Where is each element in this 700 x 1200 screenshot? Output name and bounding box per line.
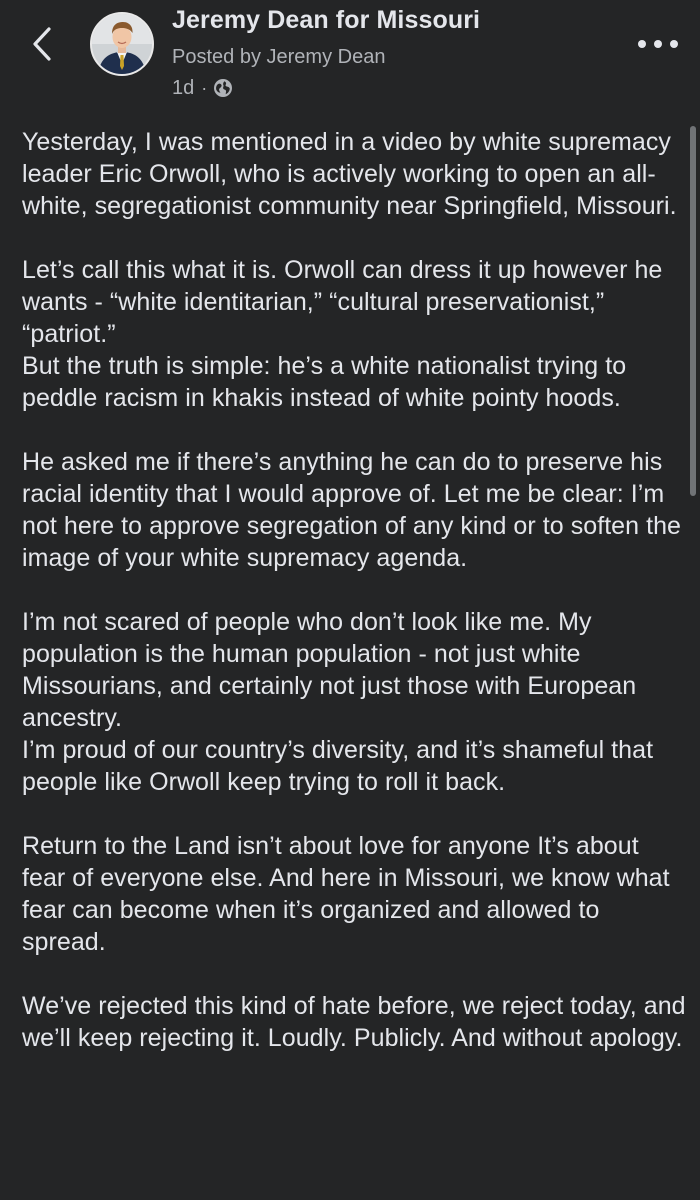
page-name[interactable]: Jeremy Dean for Missouri: [172, 6, 480, 35]
back-button[interactable]: [22, 22, 62, 66]
post-body: Yesterday, I was mentioned in a video by…: [22, 126, 687, 1086]
more-dot: [654, 40, 662, 48]
post-paragraph: Let’s call this what it is. Orwoll can d…: [22, 256, 663, 412]
globe-icon: [214, 79, 233, 97]
post-header: Jeremy Dean for Missouri Posted by Jerem…: [0, 0, 700, 110]
post-paragraph: Return to the Land isn’t about love for …: [22, 832, 670, 956]
more-dots-icon: [638, 40, 646, 48]
profile-photo: [92, 14, 152, 74]
scrollbar[interactable]: [690, 126, 696, 496]
post-meta: 1d ·: [172, 76, 233, 100]
post-paragraph: We’ve rejected this kind of hate before,…: [22, 992, 686, 1052]
meta-separator: ·: [201, 77, 208, 98]
more-options-button[interactable]: [638, 34, 678, 54]
post-paragraph: I’m not scared of people who don’t look …: [22, 608, 654, 796]
post-paragraph: He asked me if there’s anything he can d…: [22, 448, 681, 572]
avatar[interactable]: [90, 12, 154, 76]
more-dot: [670, 40, 678, 48]
chevron-left-icon: [33, 27, 51, 61]
posted-by-label: Posted by Jeremy Dean: [172, 46, 386, 68]
post-time[interactable]: 1d: [172, 77, 194, 100]
post-paragraph: Yesterday, I was mentioned in a video by…: [22, 128, 677, 220]
